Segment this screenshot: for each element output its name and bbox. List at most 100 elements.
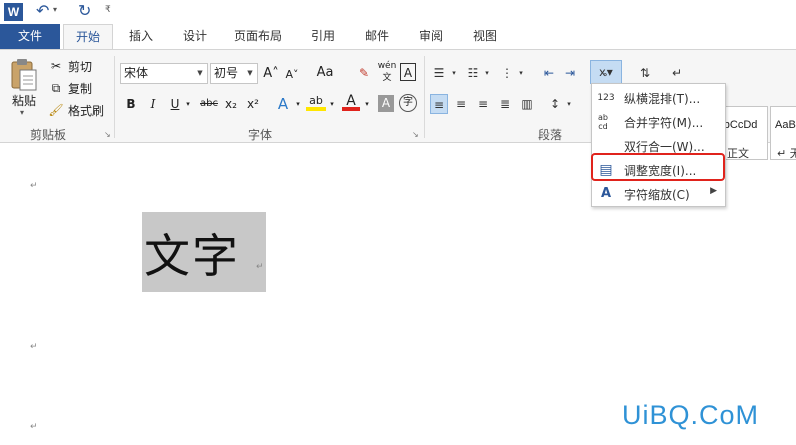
line-spacing-dropdown-icon[interactable]: ▾ <box>565 94 573 114</box>
tab-insert[interactable]: 插入 <box>118 24 164 49</box>
font-launcher-icon[interactable]: ↘ <box>412 130 419 139</box>
clear-formatting-icon[interactable]: ✎ <box>355 63 373 83</box>
text-effects-dropdown-icon[interactable]: ▾ <box>293 94 303 114</box>
numbering-icon[interactable]: ☷ <box>464 63 482 83</box>
font-group-label: 字体 <box>248 128 273 142</box>
paragraph-mark: ↵ <box>30 342 38 352</box>
align-left-icon[interactable]: ≡ <box>430 94 448 114</box>
paste-icon[interactable] <box>10 58 38 92</box>
style-no-spacing-sample: AaBb <box>775 119 796 131</box>
justify-icon[interactable]: ≣ <box>496 94 514 114</box>
text-effects-button[interactable]: A <box>274 94 292 114</box>
chevron-right-icon: ▶ <box>710 186 717 196</box>
ribbon-tab-bar: 文件 开始 插入 设计 页面布局 引用 邮件 审阅 视图 <box>0 24 796 50</box>
show-marks-icon[interactable]: ↵ <box>668 63 686 83</box>
underline-button[interactable]: U <box>168 94 182 114</box>
tab-mailings[interactable]: 邮件 <box>354 24 400 49</box>
font-size-value: 初号 <box>214 66 239 80</box>
paragraph-mark: ↵ <box>30 181 38 191</box>
menu-item-vertical-in-horizontal[interactable]: 123 纵横混排(T)... <box>592 86 725 110</box>
cut-label: 剪切 <box>68 59 93 74</box>
asian-layout-menu: 123 纵横混排(T)... abcd 合并字符(M)... 双行合一(W)..… <box>591 83 726 207</box>
character-scaling-icon: A <box>600 186 612 201</box>
tab-design[interactable]: 设计 <box>172 24 218 49</box>
word-app-icon[interactable]: W <box>4 3 23 21</box>
copy-icon: ⧉ <box>51 81 61 95</box>
chevron-down-icon: ▼ <box>197 69 203 77</box>
copy-button[interactable]: ⧉ 复制 <box>48 78 92 98</box>
tab-file[interactable]: 文件 <box>0 24 60 49</box>
style-no-spacing-name: ↵ 无 <box>777 147 796 160</box>
font-color-button[interactable]: A <box>342 93 360 111</box>
title-bar: W ↶ ▾ ↻ ₹ <box>0 0 796 24</box>
bullets-icon[interactable]: ☰ <box>430 63 448 83</box>
format-painter-label: 格式刷 <box>68 103 105 118</box>
chevron-down-icon: ▼ <box>247 69 253 77</box>
font-name-select[interactable]: 宋体 ▼ <box>120 63 208 84</box>
clipboard-launcher-icon[interactable]: ↘ <box>104 130 111 139</box>
highlight-button[interactable]: ab <box>306 93 326 111</box>
sort-icon[interactable]: ⇅ <box>636 63 654 83</box>
vertical-in-horizontal-icon: 123 <box>597 93 615 103</box>
subscript-button[interactable]: x₂ <box>222 94 240 114</box>
decrease-indent-icon[interactable]: ⇤ <box>540 63 558 83</box>
tab-home[interactable]: 开始 <box>63 24 113 50</box>
increase-indent-icon[interactable]: ⇥ <box>561 63 579 83</box>
grow-font-button[interactable]: A˄ <box>262 64 280 84</box>
multilevel-dropdown-icon[interactable]: ▾ <box>517 63 525 83</box>
undo-dropdown-icon[interactable]: ▾ <box>53 5 57 14</box>
character-border-button[interactable]: A <box>400 63 416 81</box>
menu-item-combine-characters[interactable]: abcd 合并字符(M)... <box>592 110 725 134</box>
font-name-value: 宋体 <box>124 66 149 80</box>
scissors-icon: ✂ <box>50 59 62 73</box>
cut-button[interactable]: ✂ 剪切 <box>48 56 92 76</box>
paragraph-mark: ↵ <box>256 262 264 272</box>
copy-label: 复制 <box>68 81 93 96</box>
underline-dropdown-icon[interactable]: ▾ <box>183 94 193 114</box>
multilevel-list-icon[interactable]: ⋮ <box>498 63 516 83</box>
italic-button[interactable]: I <box>146 94 160 114</box>
asian-layout-button[interactable]: ꭖ▾ <box>590 60 622 84</box>
paste-button[interactable]: 粘贴 <box>12 92 36 109</box>
menu-item-character-scaling[interactable]: A 字符缩放(C) ▶ <box>592 182 725 206</box>
group-divider <box>114 56 115 138</box>
format-painter-button[interactable]: 🖌 格式刷 <box>48 100 104 120</box>
character-shading-button[interactable]: A <box>378 95 394 112</box>
tab-review[interactable]: 审阅 <box>408 24 454 49</box>
customize-quick-access-icon[interactable]: ₹ <box>105 5 111 15</box>
highlight-dropdown-icon[interactable]: ▾ <box>327 94 337 114</box>
phonetic-guide-button[interactable]: wén文 <box>376 60 398 83</box>
change-case-button[interactable]: Aa <box>310 63 340 83</box>
menu-item-label: 合并字符(M)... <box>624 116 704 130</box>
document-text[interactable]: 文字 <box>144 220 240 286</box>
watermark: UiBQ.CoM <box>622 400 760 430</box>
paragraph-mark: ↵ <box>30 422 38 432</box>
redo-icon[interactable]: ↻ <box>78 1 91 20</box>
font-color-dropdown-icon[interactable]: ▾ <box>362 94 372 114</box>
font-size-select[interactable]: 初号 ▼ <box>210 63 258 84</box>
group-divider <box>424 56 425 138</box>
undo-icon[interactable]: ↶ <box>36 1 49 20</box>
tab-references[interactable]: 引用 <box>300 24 346 49</box>
align-center-icon[interactable]: ≡ <box>452 94 470 114</box>
enclose-characters-button[interactable]: 字 <box>399 94 417 112</box>
bold-button[interactable]: B <box>124 94 138 114</box>
align-right-icon[interactable]: ≡ <box>474 94 492 114</box>
clipboard-group-label: 剪贴板 <box>30 128 67 142</box>
menu-item-label: 纵横混排(T)... <box>624 92 701 106</box>
menu-item-label: 字符缩放(C) <box>624 188 690 202</box>
numbering-dropdown-icon[interactable]: ▾ <box>483 63 491 83</box>
strikethrough-button[interactable]: abc <box>198 94 220 114</box>
style-no-spacing[interactable]: AaBb ↵ 无 <box>770 106 796 160</box>
style-normal-name: 正文 <box>727 147 749 160</box>
shrink-font-button[interactable]: A˅ <box>283 65 301 85</box>
line-spacing-icon[interactable]: ↕ <box>546 94 564 114</box>
tab-view[interactable]: 视图 <box>462 24 508 49</box>
paragraph-group-label: 段落 <box>538 128 563 142</box>
paste-dropdown-icon[interactable]: ▾ <box>20 108 24 117</box>
distributed-icon[interactable]: ▥ <box>518 94 536 114</box>
tab-page-layout[interactable]: 页面布局 <box>226 24 290 49</box>
highlight-annotation <box>591 153 725 181</box>
bullets-dropdown-icon[interactable]: ▾ <box>450 63 458 83</box>
superscript-button[interactable]: x² <box>244 94 262 114</box>
